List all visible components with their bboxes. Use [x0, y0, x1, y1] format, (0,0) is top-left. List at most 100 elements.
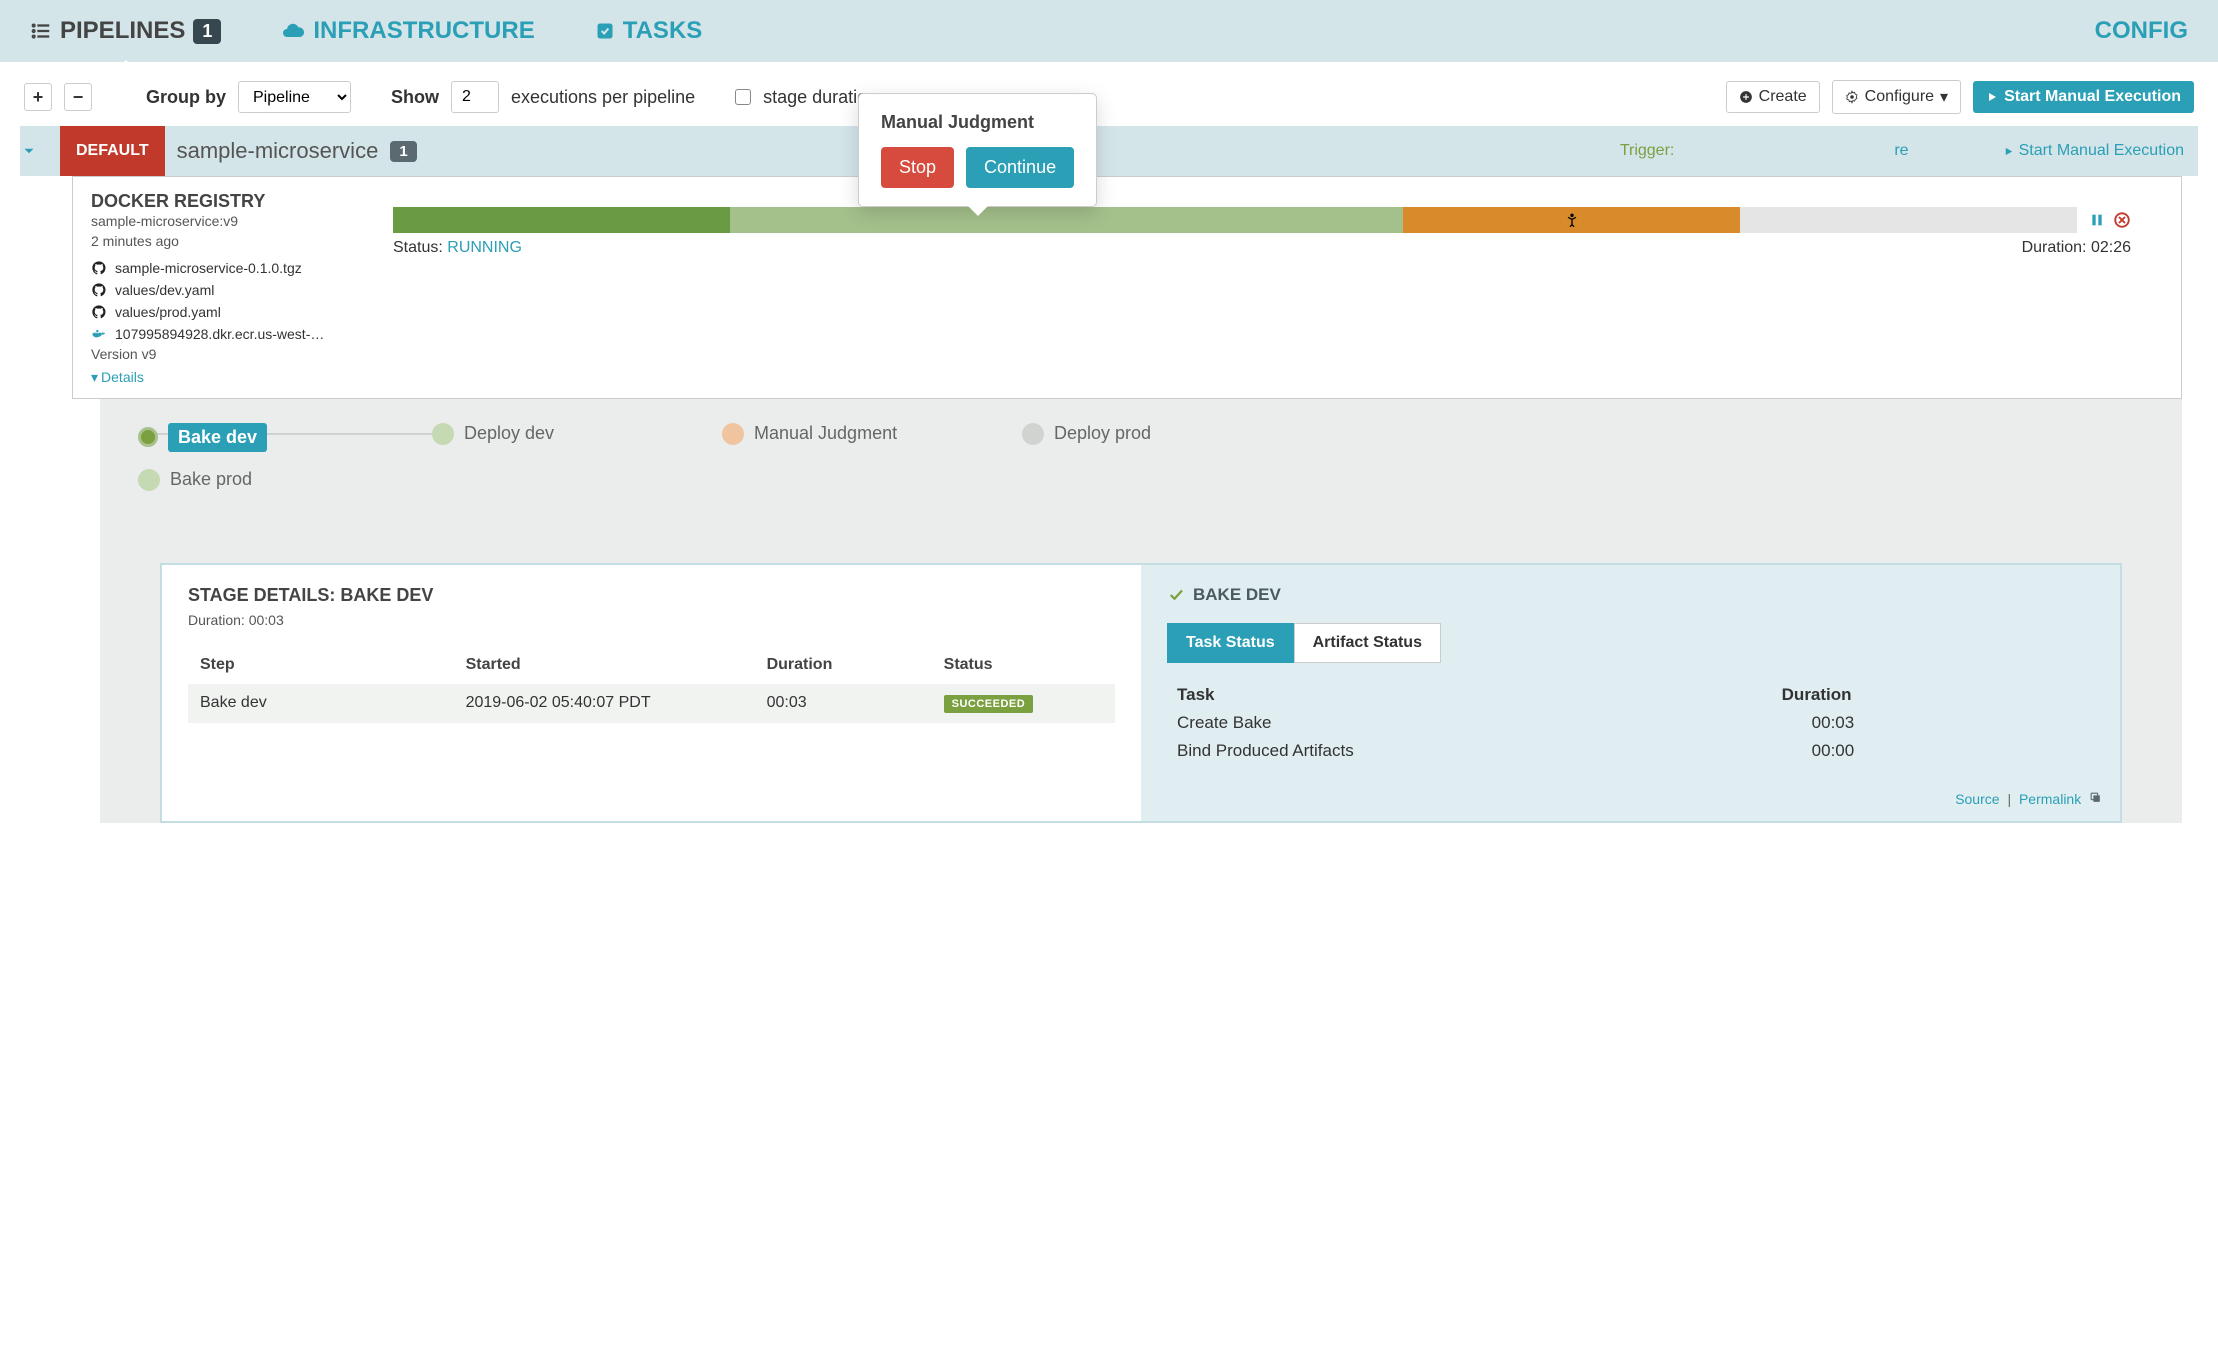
manual-judgment-popover: Manual Judgment Stop Continue [858, 93, 1097, 207]
footer-links: Source | Permalink [1955, 791, 2102, 807]
pipeline-count: 1 [390, 141, 416, 162]
person-icon [1564, 212, 1580, 228]
stop-button[interactable]: Stop [881, 147, 954, 188]
stage-node-deploy-dev[interactable]: Deploy dev [432, 423, 554, 445]
gear-icon [1845, 90, 1859, 104]
stage-durations-checkbox[interactable] [735, 89, 751, 105]
stages-graph: Bake dev Deploy dev Manual Judgment Depl… [100, 399, 2182, 823]
status-badge: SUCCEEDED [944, 695, 1034, 713]
source-link[interactable]: Source [1955, 791, 1999, 807]
stage-label: Bake dev [168, 423, 267, 452]
step-name: Bake dev [200, 694, 466, 713]
stage-details-title: STAGE DETAILS: BAKE DEV [188, 585, 1115, 606]
add-button[interactable]: + [24, 83, 52, 111]
executions-per-label: executions per pipeline [511, 87, 695, 108]
pipeline-configure-link[interactable]: re [1674, 142, 1922, 160]
copy-icon[interactable] [2089, 791, 2102, 804]
status-label: Status: RUNNING [393, 239, 522, 257]
artifact-item: sample-microservice-0.1.0.tgz [91, 257, 2163, 279]
permalink-link[interactable]: Permalink [2019, 791, 2081, 807]
pipeline-start-manual-link[interactable]: Start Manual Execution [1923, 142, 2198, 160]
dot-icon [138, 469, 160, 491]
caret-down-icon: ▾ [1940, 87, 1948, 107]
chevron-down-icon: ▾ [91, 369, 98, 386]
tab-config-label: CONFIG [2095, 17, 2188, 44]
cloud-icon [281, 19, 305, 43]
check-icon [1167, 586, 1185, 604]
tab-config[interactable]: CONFIG [2095, 17, 2218, 45]
task-row: Bind Produced Artifacts 00:00 [1167, 737, 2094, 765]
dot-icon [1022, 423, 1044, 445]
popover-title: Manual Judgment [881, 112, 1074, 133]
step-duration: 00:03 [767, 694, 944, 713]
stage-bar-manual-judgment[interactable] [1403, 207, 1740, 233]
steps-header: Step Started Duration Status [188, 646, 1115, 684]
status-value: RUNNING [447, 239, 522, 256]
play-icon [2003, 146, 2014, 157]
stage-label: Manual Judgment [754, 423, 897, 444]
stage-node-bake-dev[interactable]: Bake dev [138, 423, 267, 452]
tab-artifact-status[interactable]: Artifact Status [1294, 623, 1441, 663]
stage-bar-bake-dev[interactable] [393, 207, 730, 233]
duration-label: Duration: 02:26 [2022, 239, 2131, 257]
tab-infrastructure-label: INFRASTRUCTURE [313, 17, 534, 45]
stage-details-right: BAKE DEV Task Status Artifact Status Tas… [1141, 565, 2120, 821]
github-icon [91, 260, 107, 276]
triggers-link[interactable]: Trigger: [1620, 142, 1675, 160]
tab-pipelines-label: PIPELINES [60, 17, 185, 45]
github-icon [91, 282, 107, 298]
pipeline-header: DEFAULT sample-microservice 1 Trigger: r… [20, 126, 2198, 176]
show-label: Show [391, 87, 439, 108]
detail-tabs: Task Status Artifact Status [1167, 623, 2094, 663]
tab-tasks-label: TASKS [623, 17, 703, 45]
stage-bar-bake-prod[interactable] [1067, 207, 1404, 233]
groupby-label: Group by [146, 87, 226, 108]
stage-node-manual-judgment[interactable]: Manual Judgment [722, 423, 897, 445]
pause-button[interactable] [2089, 212, 2105, 228]
execution-progress [393, 207, 2131, 233]
checkbox-icon [595, 21, 615, 41]
configure-button[interactable]: Configure ▾ [1832, 80, 1961, 114]
play-icon [1986, 91, 1998, 103]
tab-task-status[interactable]: Task Status [1167, 623, 1294, 663]
step-row[interactable]: Bake dev 2019-06-02 05:40:07 PDT 00:03 S… [188, 684, 1115, 723]
collapse-toggle[interactable] [20, 142, 60, 160]
artifact-item: values/prod.yaml [91, 301, 2163, 323]
step-started: 2019-06-02 05:40:07 PDT [466, 694, 767, 713]
docker-icon [91, 326, 107, 342]
right-title: BAKE DEV [1167, 585, 2094, 605]
stage-label: Deploy dev [464, 423, 554, 444]
pipeline-name[interactable]: sample-microservice [165, 138, 391, 164]
groupby-select[interactable]: Pipeline [238, 81, 351, 113]
show-count-input[interactable] [451, 81, 499, 113]
details-toggle[interactable]: ▾ Details [91, 369, 144, 386]
dot-icon [722, 423, 744, 445]
stage-label: Bake prod [170, 469, 252, 490]
stage-bar-deploy-prod[interactable] [1740, 207, 2077, 233]
duration-value: 02:26 [2091, 239, 2131, 256]
continue-button[interactable]: Continue [966, 147, 1074, 188]
artifact-item: 107995894928.dkr.ecr.us-west-… [91, 323, 2163, 345]
stage-details-duration: Duration: 00:03 [188, 612, 1115, 628]
list-icon [30, 20, 52, 42]
task-row: Create Bake 00:03 [1167, 709, 2094, 737]
default-badge: DEFAULT [60, 126, 165, 176]
start-manual-execution-button[interactable]: Start Manual Execution [1973, 81, 2194, 113]
version-row: Version v9 [91, 345, 2163, 365]
github-icon [91, 304, 107, 320]
stage-bar-deploy-dev[interactable] [730, 207, 1067, 233]
dot-icon [432, 423, 454, 445]
tab-pipelines[interactable]: PIPELINES 1 [0, 0, 251, 62]
create-button[interactable]: Create [1726, 81, 1820, 113]
stage-details-left: STAGE DETAILS: BAKE DEV Duration: 00:03 … [162, 565, 1141, 821]
tab-infrastructure[interactable]: INFRASTRUCTURE [251, 0, 564, 62]
stage-node-deploy-prod[interactable]: Deploy prod [1022, 423, 1151, 445]
remove-button[interactable]: − [64, 83, 92, 111]
stage-details-card: STAGE DETAILS: BAKE DEV Duration: 00:03 … [160, 563, 2122, 823]
tab-tasks[interactable]: TASKS [565, 0, 733, 62]
cancel-button[interactable] [2113, 211, 2131, 229]
toolbar: + − Group by Pipeline Show executions pe… [0, 62, 2218, 126]
stage-node-bake-prod[interactable]: Bake prod [138, 469, 252, 491]
execution-card: DOCKER REGISTRY sample-microservice:v9 2… [72, 176, 2182, 399]
dot-icon [138, 427, 158, 447]
